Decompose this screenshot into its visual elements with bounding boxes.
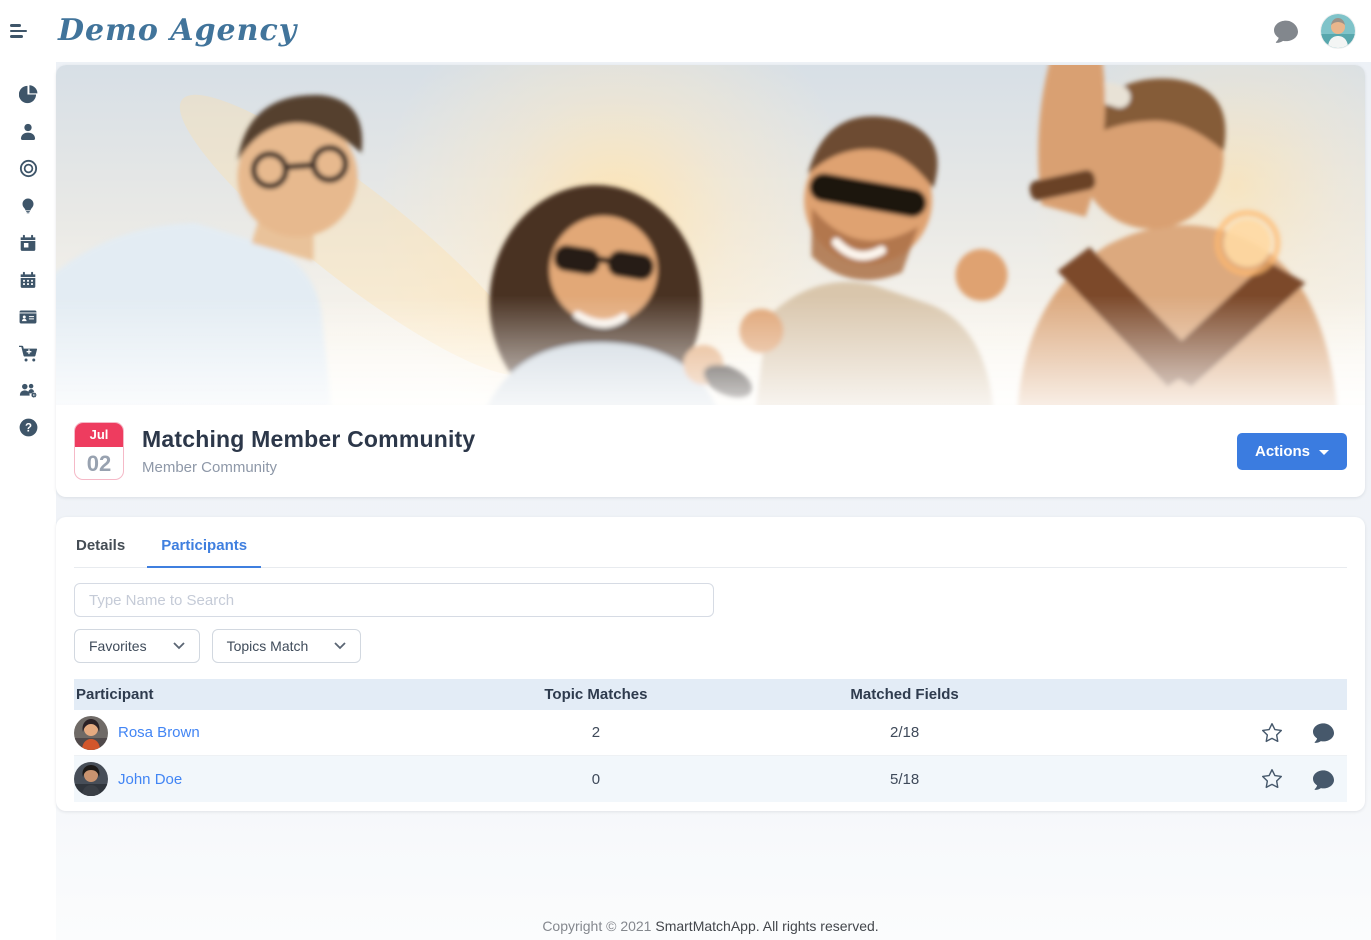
calendar-day-icon (19, 234, 37, 252)
users-gear-icon (18, 382, 39, 400)
table-row: John Doe 0 5/18 (74, 756, 1347, 802)
favorite-star-icon[interactable] (1260, 722, 1284, 744)
tab-participants[interactable]: Participants (147, 523, 261, 568)
calendar-grid-icon (19, 271, 37, 289)
sidebar-item-calendar[interactable] (8, 261, 48, 298)
copyright-brand: SmartMatchApp. All rights reserved. (655, 918, 878, 934)
page-subtitle: Member Community (142, 459, 1219, 476)
user-avatar[interactable] (1321, 14, 1355, 48)
tab-details[interactable]: Details (74, 523, 139, 568)
chevron-down-icon (334, 642, 346, 650)
agency-logo: Demo Agency (58, 16, 297, 46)
tab-bar: Details Participants (74, 523, 1347, 568)
event-card: Jul 02 Matching Member Community Member … (56, 65, 1365, 497)
favorite-star-icon[interactable] (1260, 768, 1284, 790)
chevron-down-icon (173, 642, 185, 650)
event-date-month: Jul (75, 423, 123, 447)
bullseye-icon (19, 159, 38, 178)
sidebar-item-store[interactable] (8, 335, 48, 372)
sidebar-item-help[interactable]: ? (8, 409, 48, 446)
sidebar-item-community[interactable] (8, 372, 48, 409)
sidebar-item-introductions[interactable] (8, 187, 48, 224)
lightbulb-icon (20, 197, 36, 215)
message-icon[interactable] (1312, 769, 1335, 790)
id-card-icon (18, 308, 38, 326)
topic-matches-value: 2 (494, 724, 698, 741)
participant-avatar (74, 762, 108, 796)
hamburger-icon[interactable] (10, 20, 36, 42)
sidebar: ? (0, 62, 56, 940)
topics-match-filter-dropdown[interactable]: Topics Match (212, 629, 362, 663)
page-title: Matching Member Community (142, 426, 1219, 453)
topic-matches-value: 0 (494, 771, 698, 788)
column-header-matched-fields: Matched Fields (698, 686, 1112, 703)
column-header-participant: Participant (74, 686, 494, 703)
matched-fields-value: 2/18 (698, 724, 1112, 741)
participants-card: Details Participants Favorites Topics Ma… (56, 517, 1365, 811)
sidebar-item-events[interactable] (8, 224, 48, 261)
cart-plus-icon (19, 344, 38, 363)
search-input[interactable] (74, 583, 714, 617)
copyright-text: Copyright © 2021 (542, 918, 655, 934)
svg-text:?: ? (24, 422, 31, 434)
help-circle-icon: ? (19, 418, 38, 437)
participant-name-link[interactable]: John Doe (118, 771, 182, 788)
copyright-footer: Copyright © 2021 SmartMatchApp. All righ… (56, 918, 1365, 934)
sidebar-item-dashboard[interactable] (8, 76, 48, 113)
main-content: Jul 02 Matching Member Community Member … (56, 62, 1371, 940)
sidebar-item-matches[interactable] (8, 150, 48, 187)
sidebar-item-members[interactable] (8, 113, 48, 150)
chat-bubble-icon[interactable] (1273, 19, 1299, 43)
pie-chart-icon (19, 85, 38, 104)
message-icon[interactable] (1312, 722, 1335, 743)
participant-avatar (74, 716, 108, 750)
event-date-badge: Jul 02 (74, 422, 124, 480)
user-icon (19, 123, 37, 141)
participant-name-link[interactable]: Rosa Brown (118, 724, 200, 741)
participants-table: Participant Topic Matches Matched Fields (74, 679, 1347, 802)
matched-fields-value: 5/18 (698, 771, 1112, 788)
sidebar-item-memberships[interactable] (8, 298, 48, 335)
top-navbar: Demo Agency (0, 0, 1371, 62)
table-row: Rosa Brown 2 2/18 (74, 710, 1347, 756)
hero-image (56, 65, 1365, 405)
caret-down-icon (1319, 450, 1329, 455)
event-date-day: 02 (75, 447, 123, 480)
favorites-filter-dropdown[interactable]: Favorites (74, 629, 200, 663)
column-header-topic-matches: Topic Matches (494, 686, 698, 703)
table-header-row: Participant Topic Matches Matched Fields (74, 679, 1347, 710)
actions-button[interactable]: Actions (1237, 433, 1347, 470)
